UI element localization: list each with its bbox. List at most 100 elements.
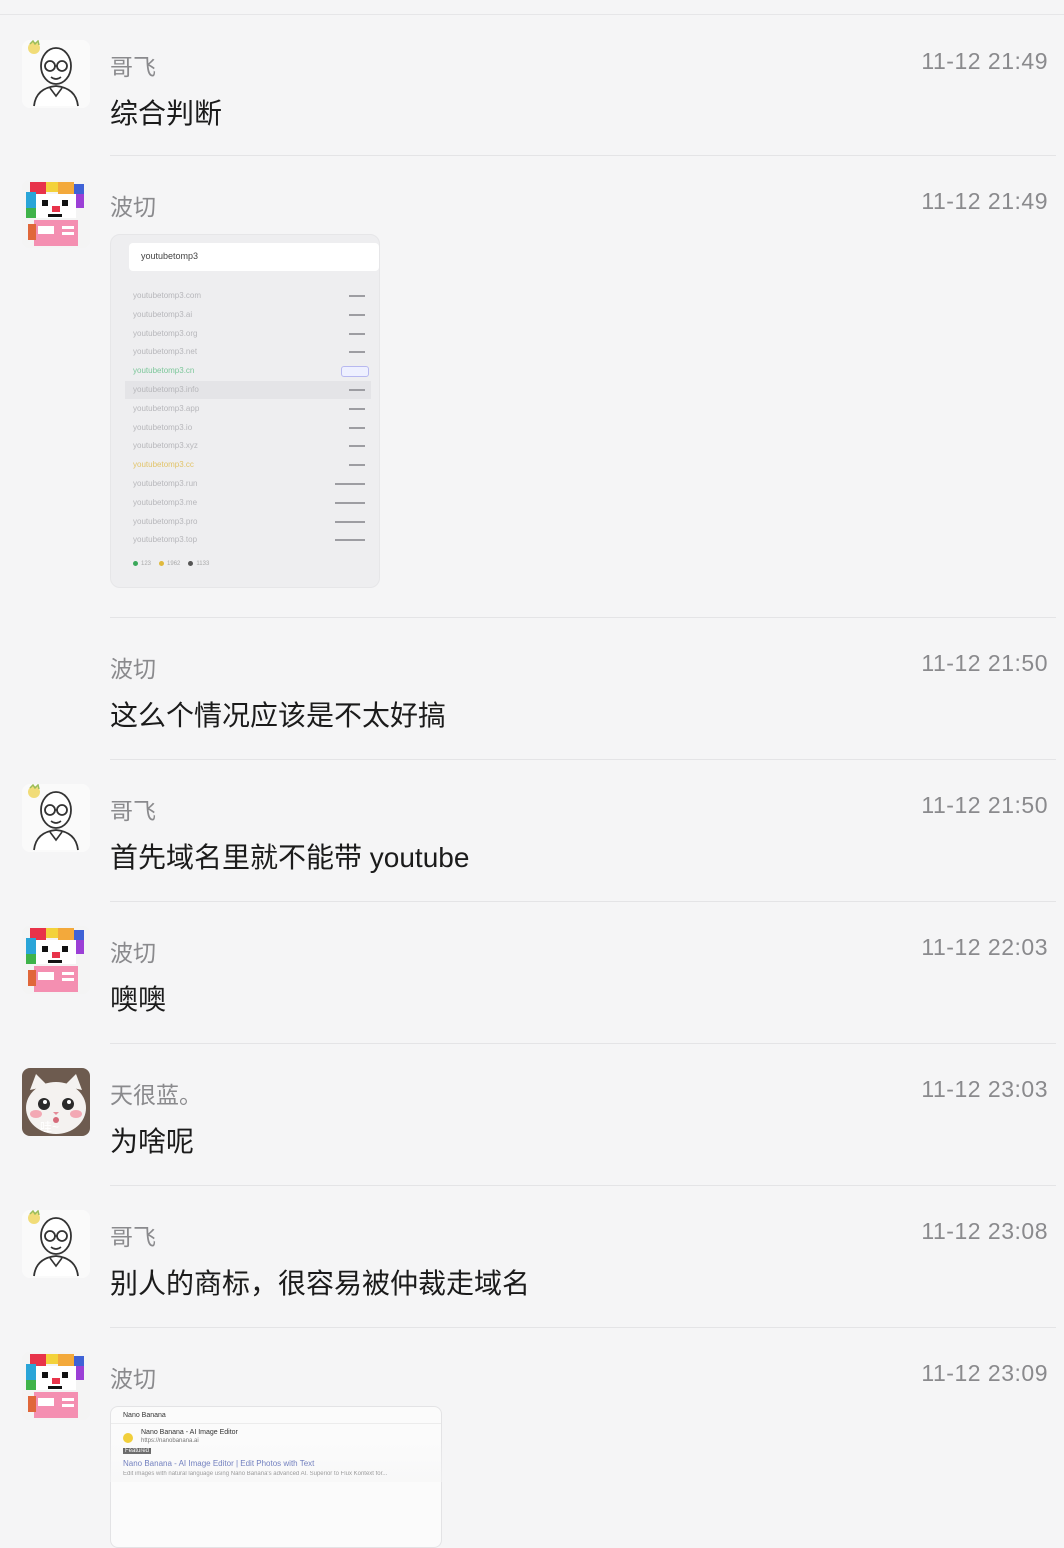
pixel-clown-icon [22,926,90,994]
sender-name: 波切 [110,194,156,220]
price-mark [335,483,365,485]
sender-name: 波切 [110,656,156,682]
page-description: Edit images with natural language using … [123,1471,388,1477]
message-text[interactable]: 首先域名里就不能带 youtube [110,836,469,876]
bald-man-glasses-icon [22,40,90,108]
page-title-link[interactable]: Nano Banana - AI Image Editor | Edit Pho… [123,1459,314,1468]
domain-row: youtubetomp3.xyz [125,437,371,455]
legend-dot [188,561,194,567]
domain-row: youtubetomp3.cc [125,456,371,474]
price-mark [349,295,365,297]
result-divider [111,1423,441,1424]
price-mark [349,426,365,429]
avatar[interactable] [22,40,90,108]
domain-name: youtubetomp3.pro [133,516,198,526]
price-mark [349,351,365,354]
domain-name: youtubetomp3.cc [133,460,194,470]
bald-man-glasses-icon [22,784,90,852]
message-divider [110,155,1056,156]
sender-name: 波切 [110,1366,156,1392]
bald-man-glasses-icon [22,1210,90,1278]
domain-row: youtubetomp3.cn [125,362,371,380]
message-time: 11-12 21:50 [921,650,1048,676]
legend-dot [133,561,138,567]
domain-name: youtubetomp3.run [133,479,198,488]
avatar[interactable] [22,926,90,994]
message-time: 11-12 21:50 [921,792,1048,818]
message-divider [110,1327,1056,1328]
search-value: youtubetomp3 [141,251,199,261]
price-mark [349,313,365,316]
domain-row: youtubetomp3.io [125,419,371,437]
avatar[interactable]: 哇~ [22,1068,90,1136]
sender-name: 哥飞 [110,54,156,80]
price-mark [349,332,365,335]
top-divider [0,14,1064,15]
sender-name: 哥飞 [110,1224,156,1250]
price-mark [349,389,365,391]
message-divider [110,617,1056,618]
message-time: 11-12 21:49 [921,188,1048,214]
legend-dot [159,561,165,567]
domain-name: youtubetomp3.ai [133,309,193,319]
legend: 123 1962 1133 [133,555,217,567]
message-divider [110,1185,1056,1186]
price-mark [349,407,365,410]
chat-history: 哥飞 11-12 21:49 综合判断 波切 11-12 21:49 youtu… [0,0,1064,1548]
message-divider [110,759,1056,760]
message-text[interactable]: 这么个情况应该是不太好搞 [110,694,446,734]
image-attachment-search-result[interactable]: Nano Banana Nano Banana - AI Image Edito… [110,1406,442,1548]
domain-name: youtubetomp3.xyz [133,441,198,451]
message-text[interactable]: 别人的商标，很容易被仲裁走域名 [110,1262,530,1302]
domain-name: youtubetomp3.com [133,291,202,300]
image-attachment-domain-search[interactable]: youtubetomp3 youtubetomp3.com youtubetomp… [110,234,380,588]
domain-name: youtubetomp3.me [133,497,198,507]
price-mark [335,539,365,542]
domain-row: youtubetomp3.run [125,475,371,493]
result-url: https://nanobanana.ai [141,1438,199,1444]
sender-name: 天很蓝。 [110,1082,202,1108]
domain-row: youtubetomp3.info [125,381,371,399]
legend-label: 123 [141,560,152,567]
domain-name: youtubetomp3.org [133,328,198,338]
avatar[interactable] [22,1210,90,1278]
domain-name: youtubetomp3.info [133,385,199,394]
avatar[interactable] [22,784,90,852]
price-mark [335,520,365,523]
message-text[interactable]: 综合判断 [110,92,222,132]
result-tag: Featured [123,1448,152,1454]
domain-row: youtubetomp3.top [125,531,371,549]
domain-name: youtubetomp3.app [133,403,200,413]
message-text[interactable]: 为啥呢 [110,1120,194,1160]
result-header: Nano Banana [123,1412,166,1419]
result-title: Nano Banana - AI Image Editor [141,1429,238,1436]
message-time: 11-12 23:09 [921,1360,1048,1386]
avatar-caption: 哇~ [40,1120,60,1134]
legend-label: 1962 [167,560,181,567]
message-divider [110,1043,1056,1044]
domain-row: youtubetomp3.app [125,400,371,418]
search-box: youtubetomp3 [129,243,379,271]
avatar[interactable] [22,180,90,248]
domain-row: youtubetomp3.org [125,325,371,343]
message-text[interactable]: 噢噢 [110,978,166,1018]
domain-row: youtubetomp3.com [125,287,371,305]
domain-row: youtubetomp3.ai [125,306,371,324]
legend-label: 1133 [196,560,210,567]
price-mark [335,501,365,504]
favicon-icon [123,1433,133,1443]
domain-name: youtubetomp3.net [133,347,198,357]
price-mark [349,445,365,448]
pixel-clown-icon [22,180,90,248]
message-time: 11-12 23:08 [921,1218,1048,1244]
pixel-clown-icon [22,1352,90,1420]
sender-name: 波切 [110,940,156,966]
domain-row: youtubetomp3.net [125,343,371,361]
domain-name: youtubetomp3.top [133,535,198,545]
price-mark [349,464,365,467]
status-badge [341,366,369,378]
message-divider [110,901,1056,902]
avatar[interactable] [22,1352,90,1420]
domain-name: youtubetomp3.io [133,422,193,432]
domain-name: youtubetomp3.cn [133,366,195,376]
